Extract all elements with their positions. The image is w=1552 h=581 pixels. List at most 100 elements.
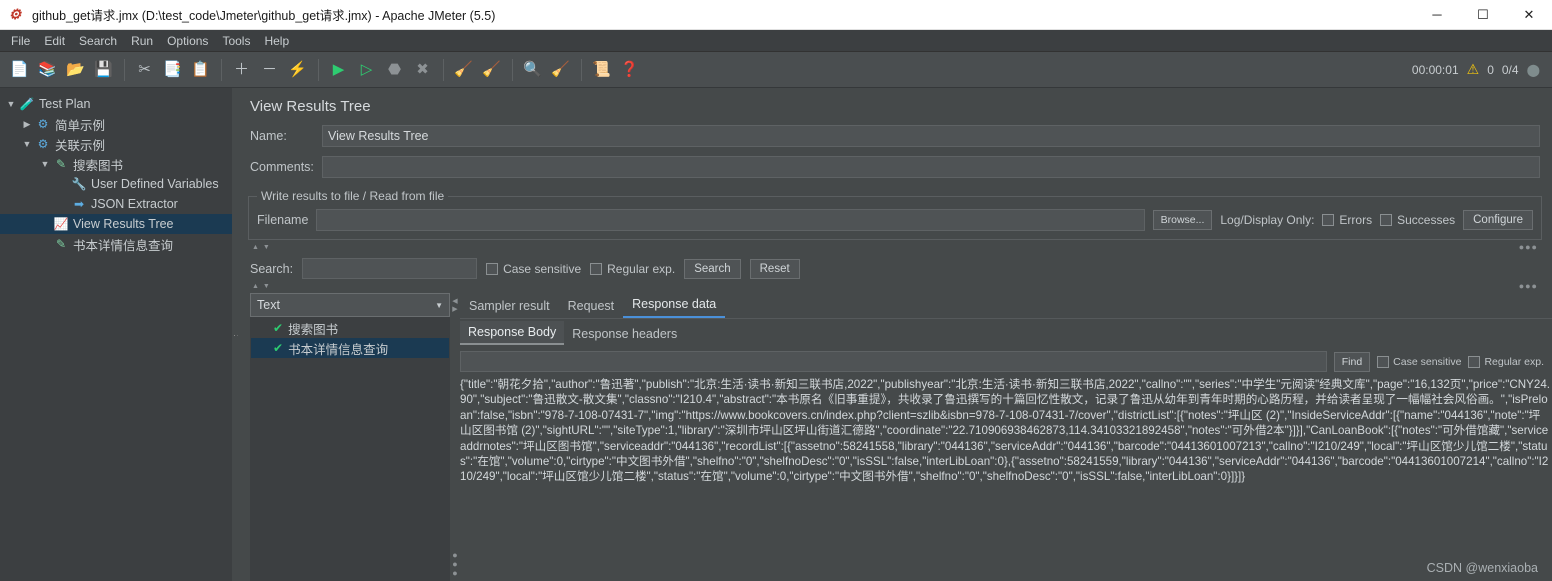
- save-icon[interactable]: 💾: [90, 57, 117, 83]
- find-case-sensitive-checkbox[interactable]: [1377, 355, 1390, 368]
- comments-input[interactable]: [322, 156, 1540, 178]
- clear-all-icon[interactable]: 🧹: [478, 57, 505, 83]
- minimize-button[interactable]: ─: [1414, 0, 1460, 30]
- list-item-label: 书本详情信息查询: [288, 342, 389, 357]
- chevron-right-icon[interactable]: ▶: [20, 119, 34, 130]
- tree-node-book-detail-query[interactable]: ✎ 书本详情信息查询: [0, 234, 232, 254]
- success-shield-icon: ✔: [273, 321, 284, 335]
- menu-bar: File Edit Search Run Options Tools Help: [0, 30, 1552, 52]
- tree-node-correlation-example[interactable]: ▼ ⚙ 关联示例: [0, 134, 232, 154]
- split-divider-lower[interactable]: ▲ ▼ ●●●: [246, 281, 1544, 291]
- toolbar-separator: [512, 58, 513, 81]
- successes-checkbox-wrap[interactable]: Successes: [1380, 213, 1455, 227]
- split-arrows-icon[interactable]: ◀ ▶: [452, 297, 457, 313]
- browse-button[interactable]: Browse...: [1152, 210, 1213, 230]
- name-input[interactable]: [322, 125, 1540, 147]
- find-regular-exp-checkbox[interactable]: [1468, 355, 1481, 368]
- search-bar: Search: Case sensitive Regular exp. Sear…: [238, 254, 1552, 279]
- tab-request[interactable]: Request: [559, 295, 624, 318]
- search-regular-exp-checkbox[interactable]: [590, 262, 603, 275]
- close-button[interactable]: ✕: [1506, 0, 1552, 30]
- menu-search[interactable]: Search: [72, 31, 124, 51]
- write-results-legend: Write results to file / Read from file: [261, 189, 445, 203]
- menu-edit[interactable]: Edit: [37, 31, 72, 51]
- split-arrows-icon[interactable]: ▲ ▼: [252, 283, 271, 290]
- toolbar-separator: [221, 58, 222, 81]
- search-input[interactable]: [302, 258, 478, 279]
- search-case-sensitive-wrap[interactable]: Case sensitive: [486, 262, 581, 276]
- tree-node-test-plan[interactable]: ▼ 🧪 Test Plan: [0, 94, 232, 114]
- list-item[interactable]: ✔ 搜索图书: [251, 318, 449, 338]
- renderer-select[interactable]: Text ▼: [250, 293, 450, 317]
- help-icon[interactable]: ❓: [616, 57, 643, 83]
- split-arrows-icon[interactable]: ▲ ▼: [252, 244, 271, 251]
- chevron-down-icon[interactable]: ▼: [20, 139, 34, 149]
- http-sampler-icon: ✎: [55, 157, 67, 171]
- tree-node-view-results-tree[interactable]: 📈 View Results Tree: [0, 214, 232, 234]
- configure-button[interactable]: Configure: [1463, 210, 1533, 230]
- find-case-sensitive-wrap[interactable]: Case sensitive: [1377, 355, 1461, 368]
- results-split-handle[interactable]: ◀ ▶ ●●●: [450, 293, 460, 581]
- tab-response-body[interactable]: Response Body: [460, 321, 565, 345]
- find-input[interactable]: [460, 351, 1327, 372]
- tree-node-simple-example[interactable]: ▶ ⚙ 简单示例: [0, 114, 232, 134]
- menu-help[interactable]: Help: [257, 31, 296, 51]
- list-item[interactable]: ✔ 书本详情信息查询: [251, 338, 449, 358]
- search-case-sensitive-checkbox[interactable]: [486, 262, 499, 275]
- split-grip-icon[interactable]: ●●●: [450, 550, 460, 577]
- paste-icon[interactable]: 📋: [187, 57, 214, 83]
- menu-tools[interactable]: Tools: [215, 31, 257, 51]
- tab-response-data[interactable]: Response data: [623, 293, 726, 318]
- filename-input[interactable]: [316, 209, 1145, 231]
- function-helper-icon[interactable]: 📜: [588, 57, 615, 83]
- reset-search-icon[interactable]: 🧹: [547, 57, 574, 83]
- reset-button[interactable]: Reset: [749, 258, 800, 279]
- tree-node-json-extractor[interactable]: ➡ JSON Extractor: [0, 194, 232, 214]
- successes-checkbox[interactable]: [1380, 214, 1393, 226]
- test-plan-tree[interactable]: ▼ 🧪 Test Plan ▶ ⚙ 简单示例 ▼ ⚙ 关联示例 ▼ ✎ 搜索图书…: [0, 88, 232, 581]
- toolbar: 📄 📚 📂 💾 ✂ 📑 📋 ＋ － ⚡ ▶ ▷ ⬣ ✖ 🧹 🧹 🔍 🧹 📜 ❓ …: [0, 52, 1552, 88]
- maximize-button[interactable]: ☐: [1460, 0, 1506, 30]
- clear-icon[interactable]: 🧹: [450, 57, 477, 83]
- errors-checkbox-wrap[interactable]: Errors: [1322, 213, 1372, 227]
- cut-icon[interactable]: ✂: [131, 57, 158, 83]
- copy-icon[interactable]: 📑: [159, 57, 186, 83]
- tree-node-search-books[interactable]: ▼ ✎ 搜索图书: [0, 154, 232, 174]
- panel-header: View Results Tree Name: Comments:: [238, 88, 1552, 187]
- split-grip-icon[interactable]: ●●●: [1519, 281, 1538, 291]
- toggle-icon[interactable]: ⚡: [284, 57, 311, 83]
- tab-sampler-result[interactable]: Sampler result: [460, 295, 559, 318]
- elapsed-time: 00:00:01: [1411, 62, 1459, 77]
- tree-node-user-defined-variables[interactable]: 🔧 User Defined Variables: [0, 174, 232, 194]
- chevron-down-icon[interactable]: ▼: [4, 99, 18, 109]
- menu-options[interactable]: Options: [160, 31, 215, 51]
- split-grip-icon[interactable]: ●●●: [1519, 242, 1538, 252]
- menu-file[interactable]: File: [4, 31, 37, 51]
- new-icon[interactable]: 📄: [6, 57, 33, 83]
- open-icon[interactable]: 📂: [62, 57, 89, 83]
- find-bar: Find Case sensitive Regular exp.: [460, 345, 1552, 377]
- chevron-down-icon[interactable]: ▼: [435, 301, 443, 310]
- sample-result-list[interactable]: ✔ 搜索图书 ✔ 书本详情信息查询: [250, 317, 450, 581]
- expand-icon[interactable]: ＋: [228, 57, 255, 83]
- start-icon[interactable]: ▶: [325, 57, 352, 83]
- tab-response-headers[interactable]: Response headers: [564, 323, 685, 345]
- menu-run[interactable]: Run: [124, 31, 160, 51]
- search-case-sensitive-label: Case sensitive: [503, 261, 582, 276]
- start-no-pause-icon[interactable]: ▷: [353, 57, 380, 83]
- thread-group-icon: ⚙: [37, 137, 49, 151]
- errors-checkbox[interactable]: [1322, 214, 1335, 226]
- split-divider-upper[interactable]: ▲ ▼ ●●●: [246, 242, 1544, 252]
- collapse-icon[interactable]: －: [256, 57, 283, 83]
- search-regular-exp-wrap[interactable]: Regular exp.: [590, 262, 675, 276]
- search-icon[interactable]: 🔍: [519, 57, 546, 83]
- shutdown-icon[interactable]: ✖: [409, 57, 436, 83]
- find-regular-exp-wrap[interactable]: Regular exp.: [1468, 355, 1548, 368]
- stop-icon[interactable]: ⬣: [381, 57, 408, 83]
- templates-icon[interactable]: 📚: [34, 57, 61, 83]
- find-button[interactable]: Find: [1333, 351, 1371, 372]
- search-button[interactable]: Search: [684, 258, 741, 279]
- response-body-text[interactable]: {"title":"朝花夕拾","author":"鲁迅著","publish"…: [460, 377, 1552, 581]
- warning-icon[interactable]: ⚠: [1467, 61, 1480, 78]
- chevron-down-icon[interactable]: ▼: [38, 159, 52, 169]
